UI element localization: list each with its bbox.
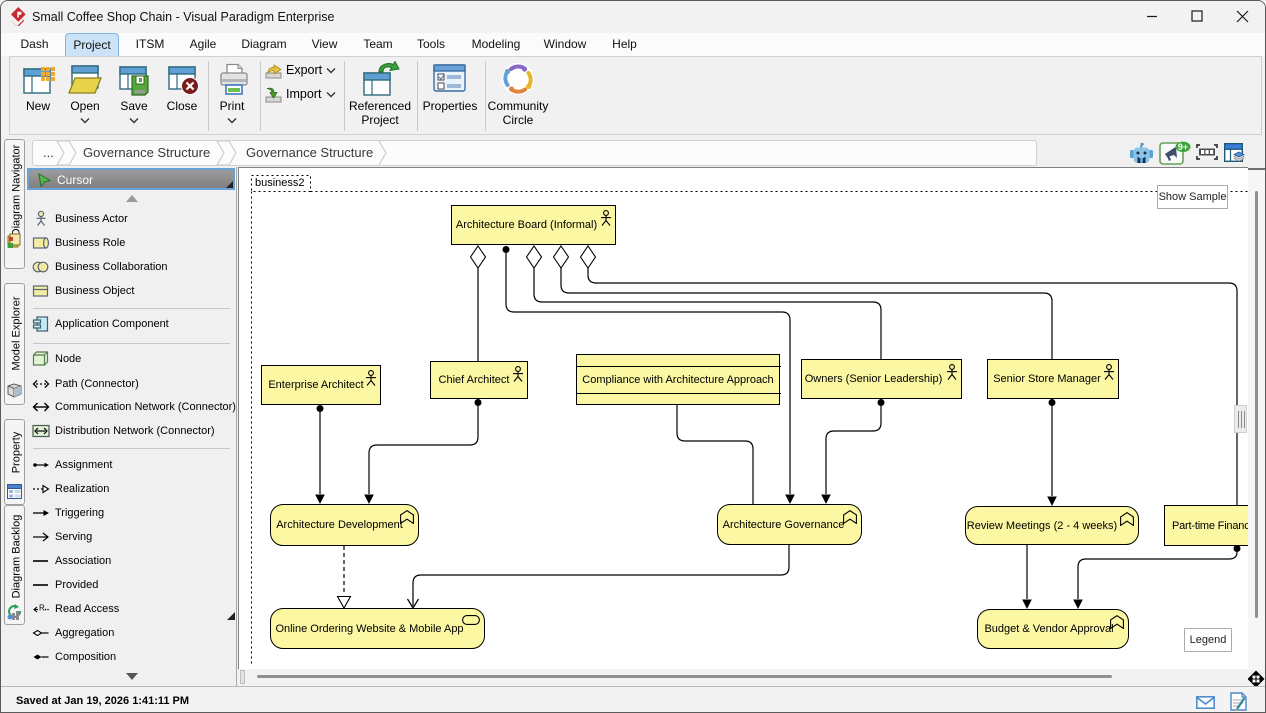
svg-text:9+: 9+ bbox=[1178, 142, 1188, 152]
svg-text:R: R bbox=[39, 604, 45, 613]
